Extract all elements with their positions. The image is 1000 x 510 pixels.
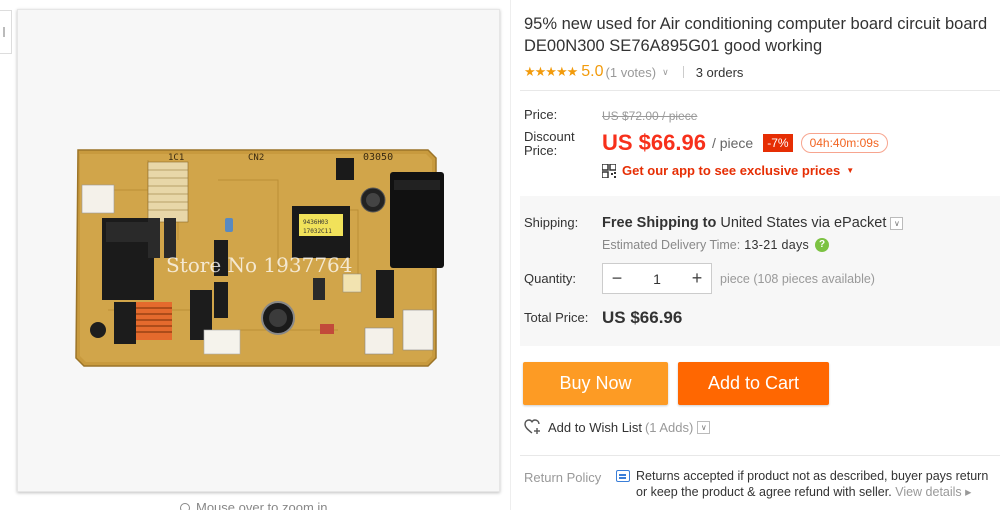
app-promo-link[interactable]: Get our app to see exclusive prices ▼ <box>602 163 854 178</box>
shipping-label: Shipping: <box>524 215 579 230</box>
chip-code-1: 9436H03 <box>303 219 329 226</box>
countdown-timer: 04h:40m:09s <box>800 133 888 153</box>
return-policy-icon <box>616 470 630 482</box>
quantity-input[interactable]: 1 <box>631 271 683 287</box>
orders-count: 3 orders <box>695 64 744 80</box>
quantity-availability: piece (108 pieces available) <box>720 272 875 286</box>
view-details-link[interactable]: View details ▸ <box>895 485 971 499</box>
watermark-text: Store No 1937764 <box>166 253 353 277</box>
price-label: Price: <box>524 107 558 122</box>
delivery-days: 13-21 days <box>744 238 810 252</box>
star-rating-icons: ★★★★★ <box>524 64 578 79</box>
discount-price-label: Discount Price: <box>524 129 575 158</box>
rating-value: 5.0 <box>581 63 604 80</box>
divider <box>520 455 1000 456</box>
heart-plus-icon <box>524 419 540 434</box>
shipping-info[interactable]: Free Shipping to United States via ePack… <box>602 215 904 231</box>
quantity-stepper: − 1 + <box>602 263 712 294</box>
help-icon[interactable]: ? <box>815 238 830 252</box>
rating-row: ★★★★★ 5.0 (1 votes) ∨ 3 orders <box>524 63 743 81</box>
thumbnail-strip-edge[interactable] <box>0 10 12 54</box>
board-print-right: 03050 <box>363 152 393 163</box>
quantity-increase-button[interactable]: + <box>683 264 711 293</box>
votes-count[interactable]: (1 votes) <box>606 65 657 80</box>
shipping-dropdown-icon[interactable]: ∨ <box>890 216 904 230</box>
discount-price: US $66.96 <box>602 130 706 155</box>
return-policy-text: Returns accepted if product not as descr… <box>636 469 989 499</box>
shipping-method[interactable]: ePacket <box>834 215 886 231</box>
separator <box>682 66 684 78</box>
discount-badge: -7% <box>763 134 793 152</box>
product-image[interactable]: 9436H03 17032C11 1C1 CN2 03050 Store No … <box>17 9 500 492</box>
wish-count: (1 Adds) <box>644 419 694 435</box>
per-piece-unit: / piece <box>711 135 754 151</box>
discount-price-row: US $66.96 / piece -7% 04h:40m:09s <box>602 130 888 156</box>
board-print-top: CN2 <box>248 153 264 163</box>
add-to-cart-button[interactable]: Add to Cart <box>678 362 829 405</box>
total-price: US $66.96 <box>602 308 683 327</box>
chevron-down-icon[interactable]: ∨ <box>662 67 669 78</box>
zoom-hint: Mouse over to zoom in <box>180 500 328 510</box>
original-price: US $72.00 / piece <box>602 109 698 123</box>
product-title: 95% new used for Air conditioning comput… <box>524 15 988 55</box>
circuit-board-photo: 9436H03 17032C11 1C1 CN2 03050 Store No … <box>75 149 444 367</box>
return-policy-label: Return Policy <box>524 470 602 485</box>
chip-code-2: 17032C11 <box>303 228 332 235</box>
quantity-label: Quantity: <box>524 271 577 286</box>
divider <box>520 90 1000 91</box>
qr-code-icon <box>602 163 616 178</box>
wish-list-dropdown-icon[interactable]: ∨ <box>697 420 711 434</box>
estimated-delivery: Estimated Delivery Time: 13-21 days ? <box>602 238 830 252</box>
wish-list-link[interactable]: Add to Wish List (1 Adds) ∨ <box>524 419 711 435</box>
magnifier-icon <box>180 503 190 510</box>
buy-now-button[interactable]: Buy Now <box>523 362 668 405</box>
total-price-label: Total Price: <box>524 310 589 325</box>
column-divider <box>510 0 511 510</box>
shipping-destination[interactable]: United States <box>720 215 807 231</box>
quantity-decrease-button[interactable]: − <box>603 264 631 293</box>
caret-down-icon: ▼ <box>846 166 855 175</box>
board-print-left: 1C1 <box>168 153 184 163</box>
